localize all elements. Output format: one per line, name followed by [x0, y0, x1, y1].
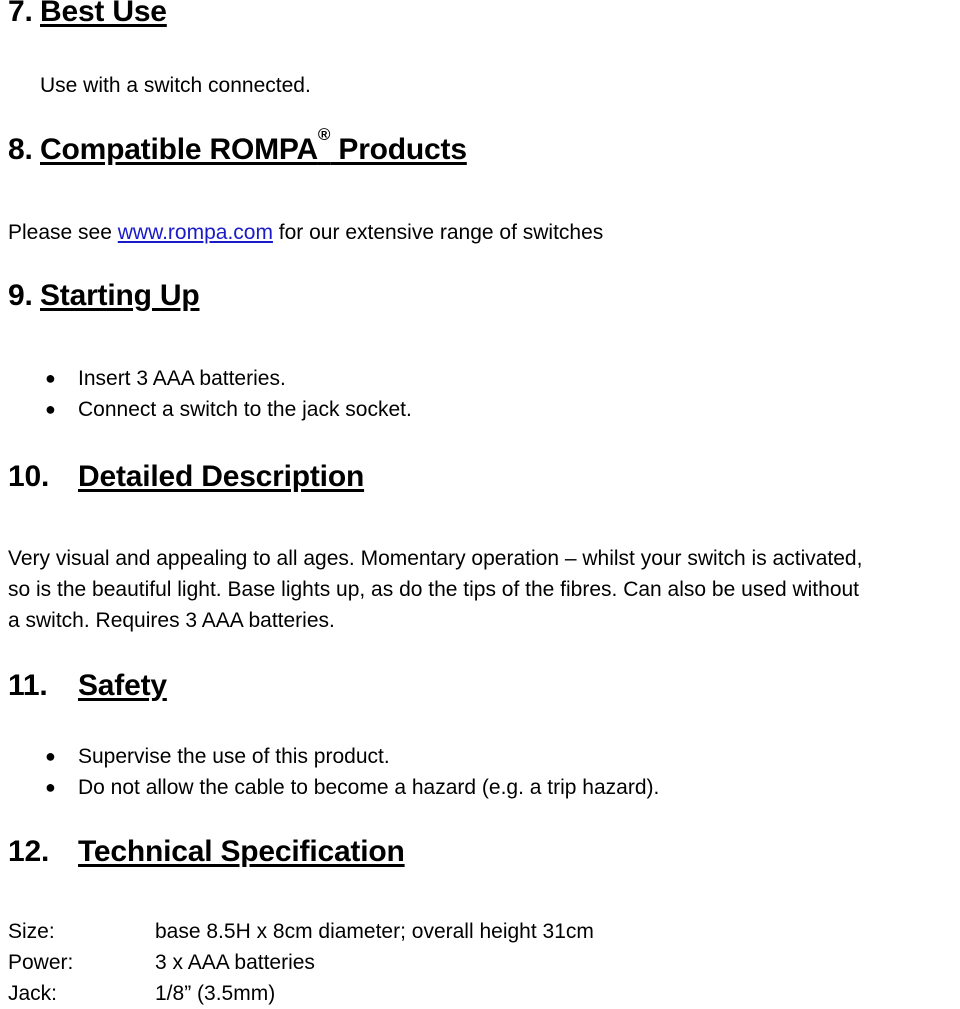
bullet-icon: ● [45, 399, 56, 419]
list-item: ● Supervise the use of this product. [0, 741, 659, 772]
spec-label-power: Power: [8, 951, 74, 974]
section-title-8-suffix: Products [330, 133, 467, 166]
bullet-icon: ● [45, 368, 56, 388]
spec-value-size: base 8.5H x 8cm diameter; overall height… [155, 920, 594, 943]
section-heading-8: 8. Compatible ROMPA® Products [8, 126, 467, 167]
safety-bullet-list: ● Supervise the use of this product. ● Do … [0, 741, 659, 803]
spec-value-power: 3 x AAA batteries [155, 951, 315, 974]
section-title-7: Best Use [40, 0, 167, 28]
detailed-description-paragraph: Very visual and appealing to all ages. M… [8, 543, 958, 636]
section-title-12: Technical Specification [78, 835, 405, 868]
section-number-7: 7. [8, 0, 33, 28]
section-heading-10: 10. Detailed Description [8, 460, 364, 494]
starting-up-bullet-list: ● Insert 3 AAA batteries. ● Connect a swit… [0, 363, 412, 425]
document-page: 7. Best Use Use with a switch connected.… [0, 0, 960, 1009]
best-use-body-text: Use with a switch connected. [40, 74, 311, 97]
section-number-10: 10. [8, 460, 50, 493]
table-row: Size: base 8.5H x 8cm diameter; overall … [8, 916, 594, 947]
spec-label-size: Size: [8, 920, 55, 943]
section-title-11: Safety [78, 669, 167, 702]
list-item-label: Do not allow the cable to become a hazar… [78, 776, 660, 799]
section-heading-12: 12. Technical Specification [8, 835, 405, 869]
technical-specification-table: Size: base 8.5H x 8cm diameter; overall … [8, 916, 594, 1009]
paragraph-line: a switch. Requires 3 AAA batteries. [8, 609, 335, 632]
section-number-8: 8. [8, 133, 33, 166]
section-heading-11: 11. Safety [8, 669, 167, 703]
section-number-11: 11. [8, 669, 48, 702]
table-row: Power: 3 x AAA batteries [8, 947, 594, 978]
rompa-website-link[interactable]: www.rompa.com [118, 221, 273, 244]
spec-value-jack: 1/8” (3.5mm) [155, 982, 276, 1005]
list-item-label: Supervise the use of this product. [78, 745, 390, 768]
registered-trademark-icon: ® [317, 125, 331, 144]
section-title-8: Compatible ROMPA® Products [40, 126, 467, 167]
list-item: ● Do not allow the cable to become a haza… [0, 772, 659, 803]
list-item: ● Connect a switch to the jack socket. [0, 394, 412, 425]
section-number-12: 12. [8, 835, 50, 868]
bullet-icon: ● [45, 746, 56, 766]
section-title-10: Detailed Description [78, 460, 365, 493]
intro-text-after-link: for our extensive range of switches [272, 221, 604, 244]
compatible-products-line: Please see www.rompa.com for our extensi… [8, 219, 603, 246]
list-item-label: Insert 3 AAA batteries. [78, 367, 286, 390]
intro-text-before-link: Please see [8, 221, 118, 244]
section-title-9: Starting Up [40, 279, 200, 312]
section-title-8-main: Compatible ROMPA [40, 133, 318, 166]
list-item: ● Insert 3 AAA batteries. [0, 363, 412, 394]
paragraph-line: Very visual and appealing to all ages. M… [8, 547, 863, 570]
paragraph-line: so is the beautiful light. Base lights u… [8, 578, 860, 601]
section-heading-7: 7. Best Use [8, 0, 167, 29]
section-heading-9: 9. Starting Up [8, 279, 200, 313]
list-item-label: Connect a switch to the jack socket. [78, 398, 412, 421]
bullet-icon: ● [45, 777, 56, 797]
spec-label-jack: Jack: [8, 982, 58, 1005]
table-row: Jack: 1/8” (3.5mm) [8, 978, 594, 1009]
section-number-9: 9. [8, 279, 33, 312]
